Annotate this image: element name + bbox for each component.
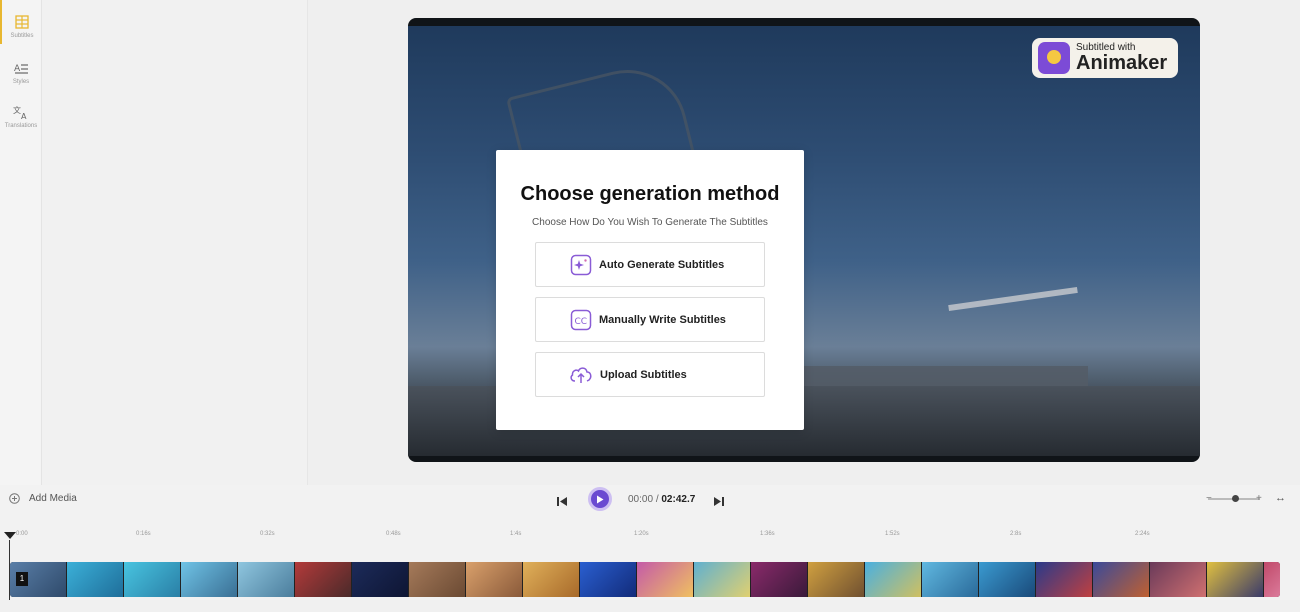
ship-crossbar-image [948,286,1078,312]
sidebar-item-label: Styles [12,79,30,85]
timeline-tick: 1:4s [510,531,522,537]
film-frame [352,562,409,597]
fit-width-icon[interactable]: ↔ [1275,492,1286,504]
playback-controls: Add Media 00:00 / 02:42.7 − + ↔ [0,485,1300,515]
timeline-tick: 2:24s [1135,531,1150,537]
film-frame [124,562,181,597]
sparkle-icon [570,254,592,276]
film-frame [181,562,238,597]
option-label: Upload Subtitles [600,368,687,381]
animaker-watermark: Subtitled with Animaker [1032,38,1178,78]
film-frame [922,562,979,597]
film-frame [409,562,466,597]
text-style-icon: A [14,64,28,74]
cloud-upload-icon [569,364,593,386]
translate-icon: 文 A [13,105,27,120]
timeline-tick: 1:20s [634,531,649,537]
play-icon [597,495,604,503]
film-frame [979,562,1036,597]
add-circle-icon [9,493,20,504]
film-frame [808,562,865,597]
modal-title: Choose generation method [520,183,780,205]
timeline-tick: 0:32s [260,531,275,537]
horizontal-scrollbar[interactable] [0,600,1300,612]
film-frame [694,562,751,597]
film-frame [1207,562,1264,597]
timeline-tick: 1:52s [885,531,900,537]
svg-text:CC: CC [575,317,588,327]
watermark-brand-text: Animaker [1076,52,1168,74]
sidebar-item-translations[interactable]: 文 A Translations [0,90,42,134]
svg-text:A: A [21,112,27,120]
cc-icon: CC [570,309,592,331]
sidebar-item-label: Subtitles [10,33,34,39]
sidebar-item-label: Translations [4,123,38,129]
timeline-tick: 1:36s [760,531,775,537]
clip-number-badge: 1 [16,572,28,586]
play-button[interactable] [588,487,612,511]
film-frame [1093,562,1150,597]
film-frame [67,562,124,597]
sidebar-item-subtitles[interactable]: Subtitles [0,0,42,44]
film-frame [238,562,295,597]
total-time: 02:42.7 [661,494,696,505]
modal-subtitle: Choose How Do You Wish To Generate The S… [532,217,768,228]
video-track-filmstrip[interactable] [10,562,1280,597]
timeline-tick: 0:16s [136,531,151,537]
skip-forward-icon[interactable] [713,494,725,512]
option-label: Manually Write Subtitles [599,313,726,326]
option-label: Auto Generate Subtitles [599,258,725,271]
film-frame [1264,562,1280,597]
manual-write-button[interactable]: CC Manually Write Subtitles [535,297,765,342]
subtitles-grid-icon [15,15,29,29]
timeline-ruler: 0:00 0:16s 0:32s 0:48s 1:4s 1:20s 1:36s … [0,525,1300,545]
film-frame [751,562,808,597]
auto-generate-button[interactable]: Auto Generate Subtitles [535,242,765,287]
timeline-tick: 0:00 [16,531,28,537]
time-separator: / [655,494,659,505]
upload-subtitles-button[interactable]: Upload Subtitles [535,352,765,397]
current-time: 00:00 [628,494,654,505]
film-frame [295,562,352,597]
generation-method-modal: Choose generation method Choose How Do Y… [496,150,804,430]
svg-text:文: 文 [13,105,21,115]
subtitles-panel [42,0,308,485]
film-frame [865,562,922,597]
film-frame [637,562,694,597]
playhead-marker[interactable] [4,532,16,539]
sidebar-item-styles[interactable]: A Styles [0,46,42,90]
film-frame [523,562,580,597]
zoom-in-icon[interactable]: + [1256,493,1262,504]
sidebar: Subtitles A Styles 文 A Translations [0,0,42,485]
film-frame [580,562,637,597]
timeline-tick: 0:48s [386,531,401,537]
animaker-logo-icon [1038,42,1070,74]
add-media-button[interactable]: Add Media [9,493,77,504]
film-frame [466,562,523,597]
time-display: 00:00 / 02:42.7 [628,494,695,505]
zoom-slider-handle[interactable] [1232,495,1239,502]
add-media-label: Add Media [29,493,77,504]
timeline-tick: 2:8s [1010,531,1022,537]
skip-back-icon[interactable] [556,494,568,512]
zoom-slider[interactable] [1208,495,1260,502]
film-frame [1036,562,1093,597]
film-frame [1150,562,1207,597]
